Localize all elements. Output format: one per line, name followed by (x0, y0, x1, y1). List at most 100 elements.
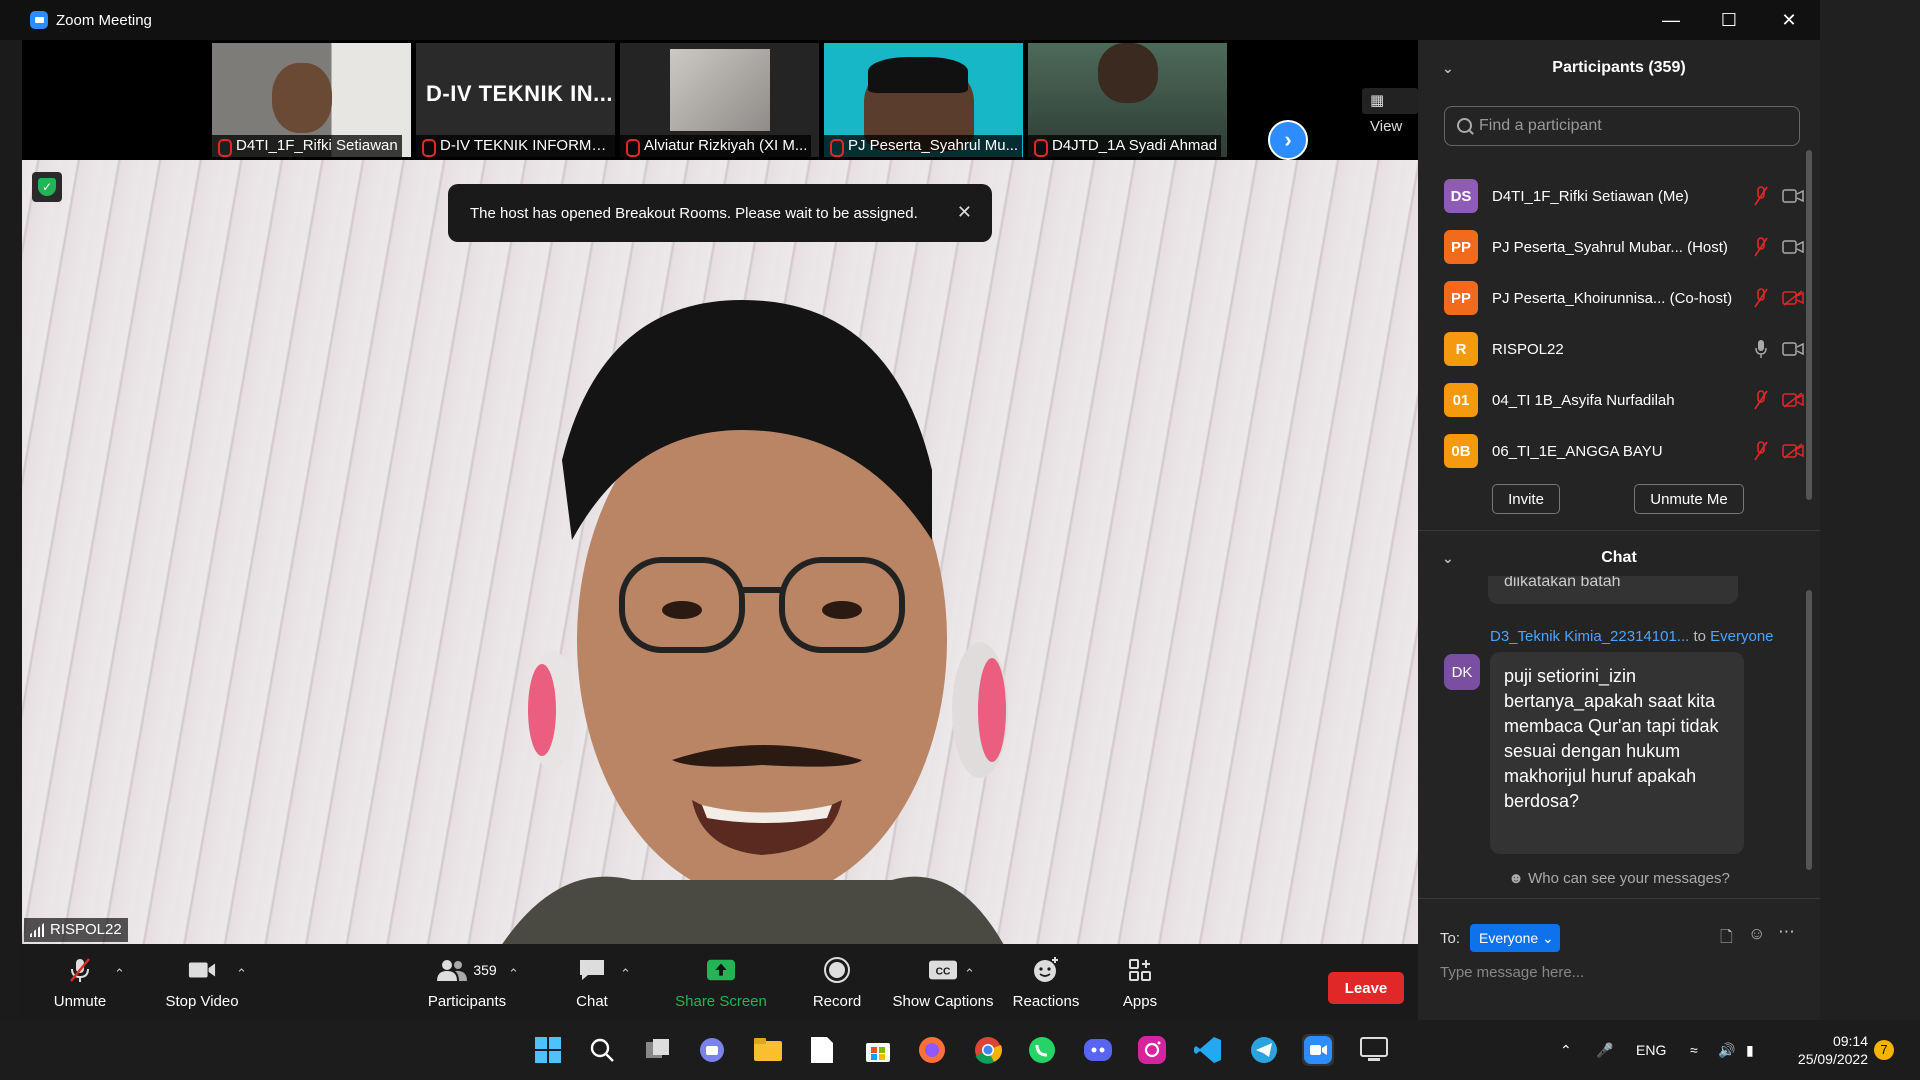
participant-search-input[interactable]: Find a participant (1444, 106, 1800, 146)
chat-button[interactable]: Chat (554, 944, 630, 1020)
collapse-chevron-icon[interactable]: ⌄ (1442, 60, 1454, 77)
closed-captions-icon: CC (929, 957, 957, 983)
remote-desktop-icon[interactable] (1358, 1034, 1390, 1066)
participants-options-caret[interactable]: ⌃ (508, 966, 519, 982)
collapse-chevron-icon[interactable]: ⌄ (1442, 550, 1454, 567)
chat-header: ⌄ Chat (1442, 549, 1637, 567)
maximize-button[interactable]: ☐ (1700, 0, 1758, 40)
side-panel: ⌄ Participants (359) Find a participant … (1418, 40, 1820, 1020)
volume-icon[interactable]: 🔊 (1718, 1020, 1735, 1080)
participant-row[interactable]: PP PJ Peserta_Khoirunnisa... (Co-host) (1444, 278, 1804, 318)
chat-bubble-icon (578, 957, 606, 983)
title-bar: Zoom Meeting — ☐ ✕ (0, 0, 1820, 40)
battery-icon[interactable]: ▮ (1746, 1020, 1754, 1080)
chat-message: puji setiorini_izin bertanya_apakah saat… (1490, 652, 1744, 854)
participant-thumb[interactable]: D-IV TEKNIK IN... D-IV TEKNIK INFORMA... (416, 43, 615, 157)
minimize-button[interactable]: — (1642, 0, 1700, 40)
participants-count: 359 (473, 962, 497, 978)
show-captions-button[interactable]: CC Show Captions (878, 944, 1008, 1020)
active-speaker-video: The host has opened Breakout Rooms. Plea… (22, 160, 1418, 944)
vscode-icon[interactable] (1192, 1034, 1224, 1066)
leave-button[interactable]: Leave (1328, 972, 1404, 1004)
participant-thumb[interactable]: D4TI_1F_Rifki Setiawan (212, 43, 411, 157)
participant-thumb[interactable]: PJ Peserta_Syahrul Mu... (824, 43, 1023, 157)
firefox-icon[interactable] (916, 1034, 948, 1066)
language-indicator[interactable]: ENG (1636, 1020, 1666, 1080)
participant-row[interactable]: R RISPOL22 (1444, 329, 1804, 369)
chat-message-input[interactable]: Type message here... (1440, 964, 1584, 981)
participants-scrollbar[interactable] (1806, 150, 1812, 500)
close-button[interactable]: ✕ (1760, 0, 1818, 40)
wifi-icon[interactable]: ≈ (1690, 1020, 1698, 1080)
clock[interactable]: 09:14 25/09/2022 (1784, 1020, 1868, 1080)
thumb-name: PJ Peserta_Syahrul Mu... (824, 135, 1023, 157)
people-icon: ☻ (1508, 870, 1529, 887)
participant-face (1098, 43, 1158, 103)
sender-avatar: DK (1444, 654, 1480, 690)
task-view-icon[interactable] (642, 1034, 674, 1066)
record-button[interactable]: Record (788, 944, 886, 1020)
zoom-taskbar-icon[interactable] (1302, 1034, 1334, 1066)
whatsapp-icon[interactable] (1026, 1034, 1058, 1066)
unmute-button[interactable]: Unmute (42, 944, 118, 1020)
participant-picture (670, 49, 770, 131)
chat-options-caret[interactable]: ⌃ (620, 966, 631, 982)
view-button[interactable]: ▦ View (1362, 88, 1418, 135)
reactions-button[interactable]: Reactions (998, 944, 1094, 1020)
background-window (1820, 0, 1920, 1020)
participants-button[interactable]: 359 Participants (402, 944, 532, 1020)
participant-row[interactable]: 0B 06_TI_1E_ANGGA BAYU (1444, 431, 1804, 471)
close-notification-icon[interactable]: ✕ (957, 202, 972, 223)
discord-icon[interactable] (1082, 1034, 1114, 1066)
search-icon[interactable] (586, 1034, 618, 1066)
window-title: Zoom Meeting (56, 11, 152, 29)
next-page-button[interactable]: › (1268, 120, 1308, 160)
chat-divider (1418, 898, 1820, 899)
participant-thumb[interactable]: D4JTD_1A Syadi Ahmad (1028, 43, 1227, 157)
previous-message-fragment: diikatakan batah (1488, 576, 1738, 604)
windows-taskbar: ⌃ 🎤 ENG ≈ 🔊 ▮ 09:14 25/09/2022 7 (0, 1020, 1920, 1080)
telegram-icon[interactable] (1248, 1034, 1280, 1066)
audio-options-caret[interactable]: ⌃ (114, 966, 125, 982)
start-icon[interactable] (532, 1034, 564, 1066)
share-screen-button[interactable]: Share Screen (656, 944, 786, 1020)
video-options-caret[interactable]: ⌃ (236, 966, 247, 982)
gallery-strip: D4TI_1F_Rifki Setiawan D-IV TEKNIK IN...… (22, 40, 1418, 160)
more-options-icon[interactable]: ⋯ (1778, 922, 1795, 942)
security-shield-icon[interactable] (32, 172, 62, 202)
instagram-icon[interactable] (1136, 1034, 1168, 1066)
file-explorer-icon[interactable] (752, 1034, 784, 1066)
chrome-icon[interactable] (972, 1034, 1004, 1066)
participant-thumb[interactable]: Alviatur Rizkiyah (XI M... (620, 43, 819, 157)
apps-button[interactable]: Apps (1104, 944, 1176, 1020)
muted-mic-icon (66, 957, 94, 983)
stop-video-button[interactable]: Stop Video (152, 944, 252, 1020)
chat-scrollbar[interactable] (1806, 590, 1812, 870)
unmute-me-button[interactable]: Unmute Me (1634, 484, 1744, 514)
breakout-notification: The host has opened Breakout Rooms. Plea… (448, 184, 992, 242)
video-camera-icon (188, 957, 216, 983)
avatar: R (1444, 332, 1478, 366)
store-icon[interactable] (862, 1034, 894, 1066)
participant-row[interactable]: 01 04_TI 1B_Asyifa Nurfadilah (1444, 380, 1804, 420)
video-camera-icon (1782, 237, 1804, 257)
participant-row[interactable]: DS D4TI_1F_Rifki Setiawan (Me) (1444, 176, 1804, 216)
invite-button[interactable]: Invite (1492, 484, 1560, 514)
notification-badge[interactable]: 7 (1874, 1040, 1894, 1060)
thumb-name: D4TI_1F_Rifki Setiawan (212, 135, 402, 157)
microphone-tray-icon[interactable]: 🎤 (1596, 1020, 1613, 1080)
record-icon (823, 957, 851, 983)
captions-options-caret[interactable]: ⌃ (964, 966, 975, 982)
emoji-icon[interactable]: ☺ (1748, 924, 1765, 944)
notepad-icon[interactable] (806, 1034, 838, 1066)
speaker-name-badge: RISPOL22 (24, 918, 128, 942)
participant-row[interactable]: PP PJ Peserta_Syahrul Mubar... (Host) (1444, 227, 1804, 267)
teams-chat-icon[interactable] (696, 1034, 728, 1066)
file-icon[interactable]: 🗋 (1720, 926, 1733, 953)
who-can-see-link[interactable]: ☻ Who can see your messages? (1418, 870, 1820, 887)
show-hidden-icons[interactable]: ⌃ (1560, 1020, 1572, 1080)
video-off-icon (1782, 288, 1804, 308)
meeting-toolbar: Unmute ⌃ Stop Video ⌃ 359 Participants ⌃… (22, 944, 1418, 1020)
apps-icon (1126, 957, 1154, 983)
recipient-dropdown[interactable]: Everyone ⌄ (1470, 924, 1560, 952)
